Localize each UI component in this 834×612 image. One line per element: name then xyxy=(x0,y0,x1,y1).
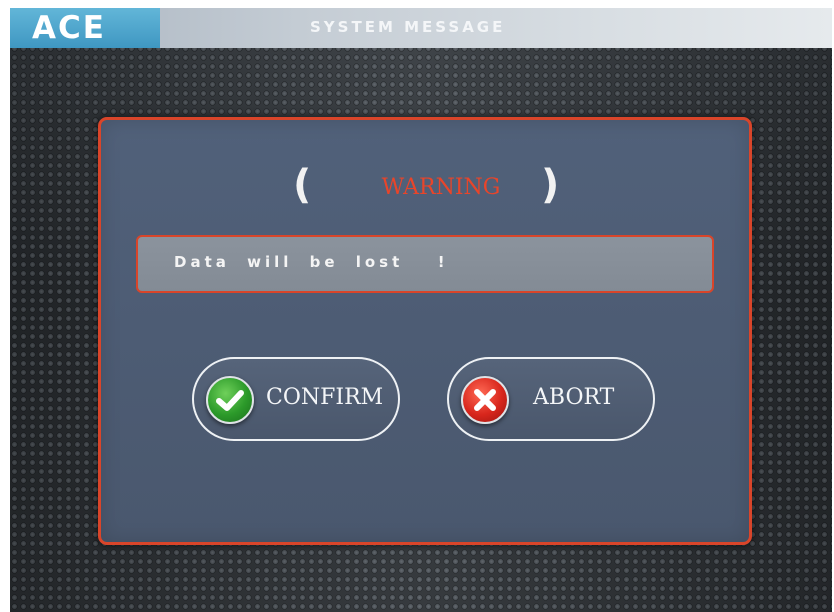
check-icon xyxy=(206,376,254,424)
dialog-title: WARNING xyxy=(381,175,501,200)
hmi-screen: ACE SYSTEM MESSAGE ( WARNING ) Data will… xyxy=(10,8,832,612)
confirm-label: CONFIRM xyxy=(266,385,384,410)
title-bar: ACE SYSTEM MESSAGE xyxy=(10,8,832,48)
confirm-button[interactable]: CONFIRM xyxy=(192,357,400,441)
message-box: Data will be lost ! xyxy=(136,235,714,293)
title-bracket-right: ) xyxy=(541,162,560,208)
title-bracket-left: ( xyxy=(293,162,312,208)
abort-label: ABORT xyxy=(533,385,615,410)
close-icon xyxy=(461,376,509,424)
window-title: SYSTEM MESSAGE xyxy=(310,18,506,36)
abort-button[interactable]: ABORT xyxy=(447,357,655,441)
warning-message: Data will be lost ! xyxy=(174,253,449,271)
logo-text: ACE xyxy=(32,10,106,46)
logo: ACE xyxy=(10,8,160,48)
warning-dialog: ( WARNING ) Data will be lost ! CONFIRM … xyxy=(98,117,752,545)
